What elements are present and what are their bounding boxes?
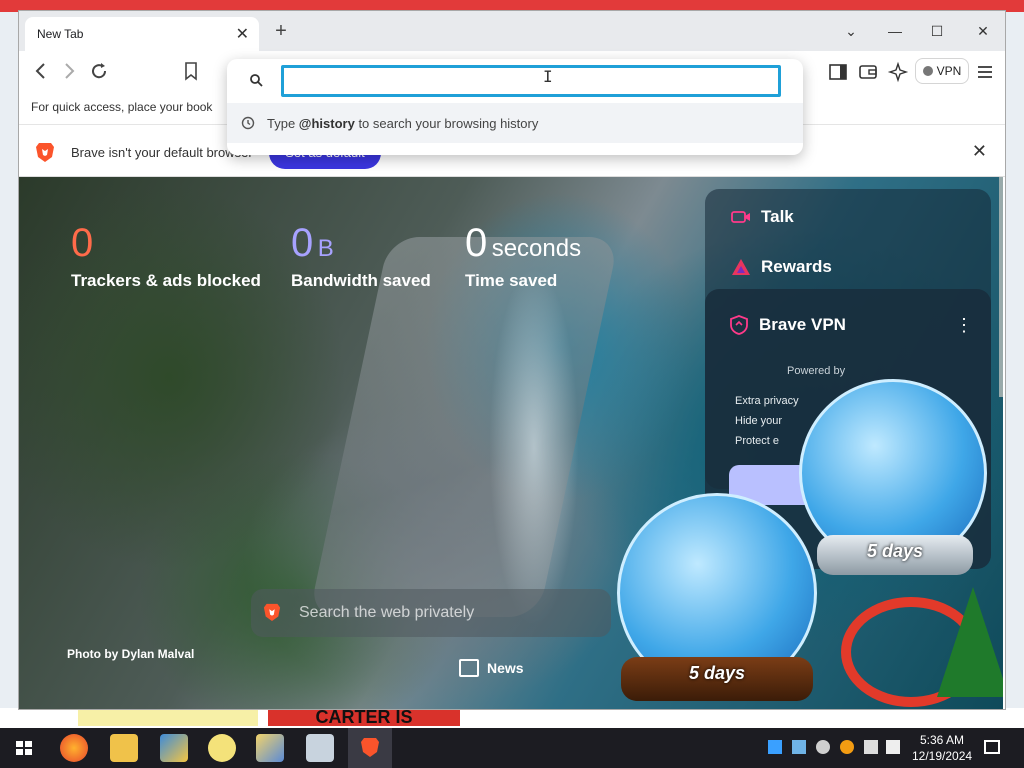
omnibox-dropdown: I Type @history to search your browsing … — [227, 59, 803, 155]
app-icon-3[interactable] — [306, 734, 334, 762]
desktop-edge-left — [0, 12, 18, 724]
talk-widget[interactable]: Talk — [731, 205, 794, 229]
background-surf — [489, 267, 579, 627]
volume-icon[interactable] — [886, 740, 900, 754]
search-tray-icon[interactable] — [840, 740, 854, 754]
new-tab-page: 0 Trackers & ads blocked 0 B Bandwidth s… — [19, 177, 1003, 709]
taskbar-clock[interactable]: 5:36 AM 12/19/2024 — [912, 732, 972, 764]
taskbar: 5:36 AM 12/19/2024 — [0, 728, 1024, 768]
page-scrollbar[interactable] — [999, 177, 1003, 397]
text-cursor-icon: I — [543, 67, 553, 86]
clock-time: 5:36 AM — [919, 733, 965, 747]
infobar-close-icon[interactable]: ✕ — [972, 141, 987, 162]
firefox-icon[interactable] — [60, 734, 88, 762]
photo-credit[interactable]: Photo by Dylan Malval — [67, 647, 194, 661]
desktop-banner: CARTER IS — [268, 708, 460, 726]
snow-globe-label-2: 5 days — [866, 541, 924, 561]
bookmark-icon[interactable] — [179, 59, 203, 83]
stat-bandwidth: 0 B Bandwidth saved — [291, 221, 431, 291]
vpn-icon — [922, 66, 933, 76]
vpn-widget-menu-icon[interactable]: ⋮ — [955, 315, 973, 336]
vpn-widget-title: Brave VPN — [759, 315, 846, 334]
infobar-message: Brave isn't your default browser — [71, 145, 253, 160]
stat-trackers-value: 0 — [71, 221, 94, 265]
news-label: News — [487, 660, 524, 676]
network-icon[interactable] — [864, 740, 878, 754]
news-icon — [459, 659, 479, 677]
reload-icon[interactable] — [87, 59, 111, 83]
history-icon — [241, 116, 255, 130]
tab-close-icon[interactable]: ✕ — [236, 24, 249, 44]
back-icon[interactable] — [29, 59, 53, 83]
stat-time-unit: seconds — [491, 235, 582, 262]
minimize-button[interactable]: — — [885, 21, 905, 41]
chat-app-icon[interactable] — [208, 734, 236, 762]
vpn-bullet-2: Hide your — [735, 415, 783, 427]
tab-bar: New Tab ✕ + ⌄ — ☐ ✕ — [19, 11, 1005, 51]
rewards-widget[interactable]: Rewards — [731, 255, 832, 279]
snow-globe-base-1: 5 days — [621, 657, 813, 701]
stat-bandwidth-unit: B — [317, 235, 334, 262]
tray-app-icon-1[interactable] — [768, 740, 782, 754]
maximize-button[interactable]: ☐ — [927, 21, 947, 41]
stat-bandwidth-value: 0 — [291, 221, 314, 265]
stat-trackers-label: Trackers & ads blocked — [71, 271, 261, 290]
snow-globe-label-1: 5 days — [688, 663, 746, 683]
rewards-triangle-icon — [732, 259, 750, 275]
desktop-edge-right — [1006, 12, 1024, 724]
stat-time-label: Time saved — [465, 271, 558, 290]
close-window-button[interactable]: ✕ — [973, 21, 993, 41]
tray-app-icon-3[interactable] — [816, 740, 830, 754]
ntp-search-box[interactable]: Search the web privately — [251, 589, 611, 637]
leo-ai-icon[interactable] — [887, 61, 909, 83]
vpn-widget-header: Brave VPN — [729, 313, 846, 337]
file-explorer-icon[interactable] — [110, 734, 138, 762]
brave-lion-icon — [36, 143, 54, 162]
suggestion-prefix: Type — [267, 115, 299, 131]
stat-bandwidth-label: Bandwidth saved — [291, 271, 431, 290]
video-camera-icon — [731, 211, 750, 223]
stat-time: 0 seconds Time saved — [465, 221, 581, 291]
suggestion-text: Type @history to search your browsing hi… — [267, 116, 538, 131]
suggestion-keyword: @history — [298, 115, 355, 131]
desktop-window-fragment — [78, 710, 258, 726]
forward-icon[interactable] — [57, 59, 81, 83]
notifications-icon[interactable] — [984, 740, 1000, 754]
browser-window: New Tab ✕ + ⌄ — ☐ ✕ VPN For quick access… — [18, 10, 1006, 710]
news-button[interactable]: News — [459, 659, 524, 677]
vpn-label: VPN — [936, 64, 962, 78]
tab-title: New Tab — [37, 27, 84, 41]
tray-app-icon-2[interactable] — [792, 740, 806, 754]
tab-search-icon[interactable]: ⌄ — [841, 21, 861, 41]
new-tab-button[interactable]: + — [271, 21, 291, 41]
snow-globe-base-2: 5 days — [817, 535, 973, 575]
app-icon-2[interactable] — [256, 734, 284, 762]
menu-icon[interactable] — [974, 61, 996, 83]
wallet-icon[interactable] — [857, 61, 879, 83]
vpn-shield-icon — [730, 315, 748, 335]
rewards-label: Rewards — [761, 257, 832, 276]
vpn-bullet-1: Extra privacy — [735, 395, 799, 407]
vpn-button[interactable]: VPN — [915, 58, 969, 84]
brave-taskbar-icon[interactable] — [348, 728, 392, 768]
bookmarks-hint: For quick access, place your book — [31, 100, 213, 114]
sidebar-icon[interactable] — [827, 61, 849, 83]
talk-label: Talk — [761, 207, 794, 226]
ntp-search-placeholder: Search the web privately — [299, 604, 475, 621]
clock-date: 12/19/2024 — [912, 749, 973, 763]
address-bar-input[interactable] — [281, 65, 781, 97]
app-icon-1[interactable] — [160, 734, 188, 762]
brave-search-icon — [263, 603, 281, 621]
vpn-powered-by: Powered by — [787, 365, 846, 377]
windows-start-icon[interactable] — [10, 734, 38, 762]
christmas-tree-icon — [937, 587, 1003, 697]
stat-trackers: 0 Trackers & ads blocked — [71, 221, 261, 291]
vpn-bullet-3: Protect e — [735, 435, 780, 447]
omnibox-suggestion-history[interactable]: Type @history to search your browsing hi… — [227, 103, 803, 143]
suggestion-suffix: to search your browsing history — [354, 115, 539, 131]
tab-new-tab[interactable]: New Tab ✕ — [25, 17, 259, 51]
stat-time-value: 0 — [465, 221, 488, 265]
search-icon — [250, 74, 263, 87]
